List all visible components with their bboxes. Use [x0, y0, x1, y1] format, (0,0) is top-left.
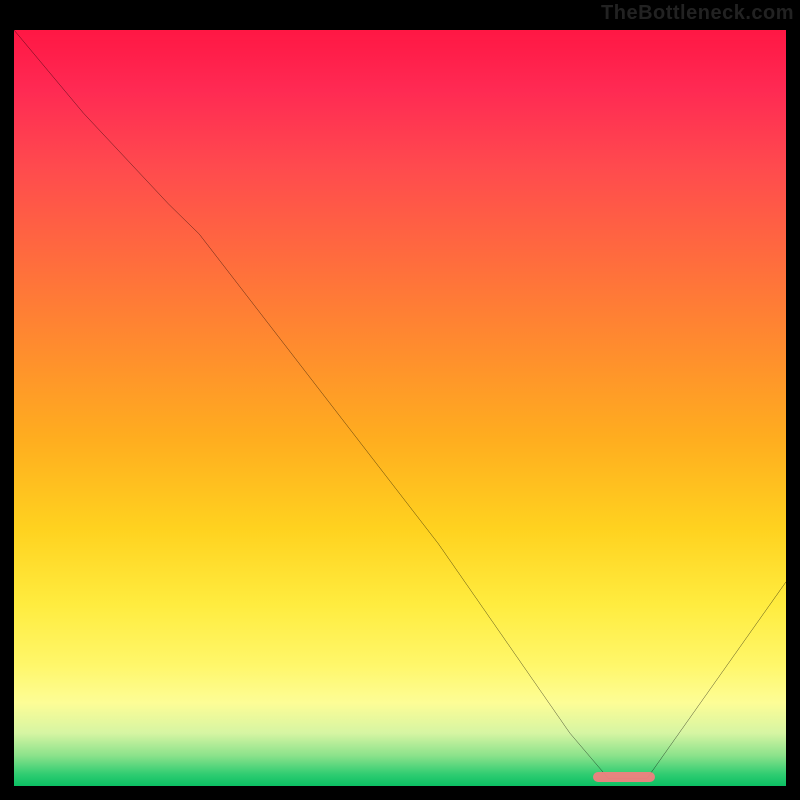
plot-area — [14, 30, 786, 786]
curve-path — [14, 30, 786, 778]
chart-container: TheBottleneck.com — [0, 0, 800, 800]
watermark-text: TheBottleneck.com — [601, 2, 794, 25]
bottleneck-curve — [14, 30, 786, 786]
